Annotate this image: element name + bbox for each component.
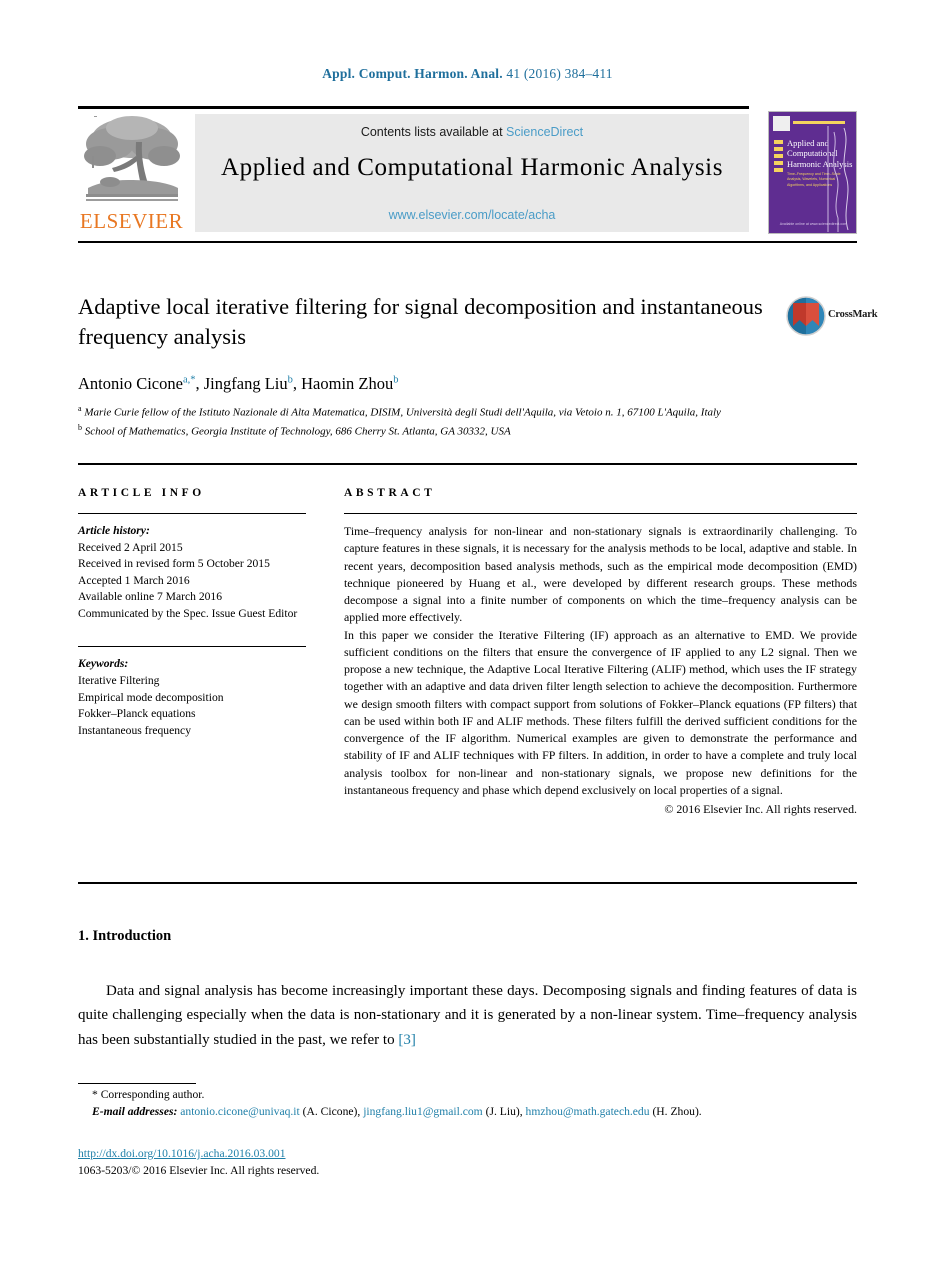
abstract-body: Time–frequency analysis for non-linear a…: [344, 523, 857, 818]
crossmark-icon[interactable]: [786, 296, 826, 336]
keyword-item: Instantaneous frequency: [78, 723, 191, 737]
introduction-section: 1. Introduction Data and signal analysis…: [78, 928, 857, 1052]
history-item: Received 2 April 2015: [78, 540, 183, 554]
author-marks[interactable]: b: [288, 375, 293, 386]
imprint-block: http://dx.doi.org/10.1016/j.acha.2016.03…: [78, 1145, 678, 1180]
body-paragraph: Data and signal analysis has become incr…: [78, 979, 857, 1052]
cover-footer-text: Available online at www.sciencedirect.co…: [779, 222, 848, 226]
abstract-heading: ABSTRACT: [344, 487, 436, 499]
corresponding-author-text: Corresponding author.: [100, 1088, 205, 1101]
affiliation-text: School of Mathematics, Georgia Institute…: [84, 425, 511, 438]
abstract-divider: [344, 513, 857, 514]
footnote-block: * Corresponding author. E-mail addresses…: [78, 1087, 857, 1121]
affiliation-mark: a: [78, 404, 82, 414]
affiliation-item: a Marie Curie fellow of the Istituto Naz…: [78, 403, 778, 421]
author-marks[interactable]: b: [393, 375, 398, 386]
affiliation-text: Marie Curie fellow of the Istituto Nazio…: [84, 407, 721, 420]
email-attrib: (A. Cicone),: [299, 1104, 364, 1118]
corresponding-author-mark: *: [92, 1088, 98, 1101]
journal-abbreviation: Appl. Comput. Harmon. Anal.: [322, 66, 503, 81]
keywords-divider: [78, 646, 306, 648]
footnote-rule: [78, 1083, 196, 1084]
affiliation-mark: b: [78, 422, 82, 432]
cover-tab-marks: [774, 140, 783, 174]
affiliation-list: a Marie Curie fellow of the Istituto Naz…: [78, 403, 778, 440]
history-item: Available online 7 March 2016: [78, 590, 223, 604]
email-link[interactable]: hmzhou@math.gatech.edu: [526, 1105, 650, 1118]
sciencedirect-link[interactable]: ScienceDirect: [506, 125, 583, 139]
history-item: Communicated by the Spec. Issue Guest Ed…: [78, 606, 298, 620]
body-text: Data and signal analysis has become incr…: [78, 983, 857, 1048]
paper-page: Appl. Comput. Harmon. Anal. 41 (2016) 38…: [0, 0, 935, 1266]
email-attrib-tail: (H. Zhou).: [652, 1104, 702, 1118]
running-head: Appl. Comput. Harmon. Anal. 41 (2016) 38…: [0, 66, 935, 82]
keyword-item: Empirical mode decomposition: [78, 690, 224, 704]
email-link[interactable]: antonio.cicone@univaq.it: [180, 1105, 300, 1118]
email-addresses-note: E-mail addresses: antonio.cicone@univaq.…: [78, 1104, 857, 1121]
journal-title: Applied and Computational Harmonic Analy…: [220, 154, 724, 181]
page-title: Adaptive local iterative filtering for s…: [78, 294, 763, 349]
keywords-group: Keywords: Iterative Filtering Empirical …: [78, 646, 306, 739]
corresponding-author-note: * Corresponding author.: [78, 1087, 857, 1104]
contents-line: Contents lists available at ScienceDirec…: [195, 125, 749, 139]
journal-band: Contents lists available at ScienceDirec…: [195, 114, 749, 232]
masthead-bottom-rule: [78, 241, 857, 243]
crossmark-label: CrossMark: [828, 309, 878, 320]
journal-cover-thumbnail: Applied and Computational Harmonic Analy…: [768, 111, 857, 234]
article-info-heading: ARTICLE INFO: [78, 487, 205, 499]
history-item: Accepted 1 March 2016: [78, 573, 190, 587]
affiliation-item: b School of Mathematics, Georgia Institu…: [78, 422, 778, 440]
masthead-top-rule: [78, 106, 749, 109]
email-addresses-label: E-mail addresses:: [92, 1104, 178, 1118]
article-info-divider: [78, 513, 306, 514]
history-item: Received in revised form 5 October 2015: [78, 557, 270, 571]
title-block: Adaptive local iterative filtering for s…: [78, 292, 778, 440]
issn-copyright-line: 1063-5203/© 2016 Elsevier Inc. All right…: [78, 1164, 320, 1178]
abstract-bottom-rule: [78, 882, 857, 884]
elsevier-wordmark: ELSEVIER: [79, 209, 184, 233]
volume-pages: 41 (2016) 384–411: [502, 66, 613, 81]
elsevier-logo: ELSEVIER: [78, 112, 185, 232]
journal-masthead: ELSEVIER Contents lists available at Sci…: [78, 106, 857, 234]
keyword-item: Iterative Filtering: [78, 674, 160, 688]
author-name: Jingfang Liu: [203, 374, 288, 394]
citation-link[interactable]: [3]: [398, 1032, 416, 1048]
contents-prefix: Contents lists available at: [360, 125, 507, 139]
article-history-group: Article history: Received 2 April 2015 R…: [78, 523, 306, 622]
abstract-paragraph: In this paper we consider the Iterative …: [344, 627, 857, 797]
cover-waveform-graphic: [827, 126, 849, 232]
author-name: Haomin Zhou: [301, 374, 394, 394]
email-attrib: (J. Liu),: [482, 1104, 526, 1118]
keyword-item: Fokker–Planck equations: [78, 707, 196, 721]
abstract-column: ABSTRACT Time–frequency analysis for non…: [344, 487, 857, 818]
author-list: Antonio Ciconea,*, Jingfang Liub, Haomin…: [78, 374, 399, 394]
section-title: 1. Introduction: [78, 928, 172, 944]
author-marks[interactable]: a,*: [183, 375, 196, 386]
info-top-rule: [78, 463, 857, 465]
article-history-label: Article history:: [78, 524, 150, 537]
cover-elsevier-mark: [773, 116, 790, 131]
abstract-paragraph: Time–frequency analysis for non-linear a…: [344, 524, 857, 625]
cover-accent-bar: [793, 121, 845, 124]
author-name: Antonio Cicone: [78, 374, 183, 394]
abstract-copyright: © 2016 Elsevier Inc. All rights reserved…: [664, 802, 857, 816]
keywords-label: Keywords:: [78, 657, 129, 671]
journal-homepage-url[interactable]: www.elsevier.com/locate/acha: [195, 208, 749, 222]
elsevier-tree-icon: [80, 112, 183, 204]
keywords-list: Keywords: Iterative Filtering Empirical …: [78, 656, 306, 739]
article-info-column: ARTICLE INFO Article history: Received 2…: [78, 487, 306, 739]
crossmark-badge-group[interactable]: CrossMark: [786, 296, 878, 340]
doi-link[interactable]: http://dx.doi.org/10.1016/j.acha.2016.03…: [78, 1145, 678, 1162]
email-link[interactable]: jingfang.liu1@gmail.com: [363, 1105, 483, 1118]
